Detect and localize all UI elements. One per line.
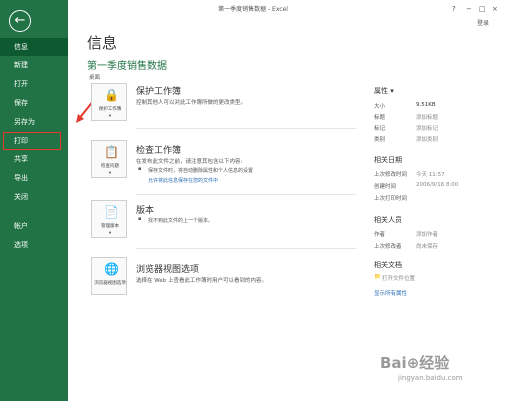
show-all-properties-link[interactable]: 显示所有属性 [374,289,407,297]
protect-workbook-button[interactable]: 🔒 保护工作簿 ▾ [91,83,127,121]
versions-icon: 📄 [104,205,119,219]
manage-versions-button[interactable]: 📄 管理版本 ▾ [91,200,127,238]
check-issues-button[interactable]: 📋 检查问题 ▾ [91,140,127,178]
document-path: 桌面 [89,75,101,81]
protect-workbook-title: 保护工作簿 [136,87,182,97]
browser-view-options-label: 浏览器视图选项 [94,281,126,286]
page-title: 信息 [87,34,118,52]
divider [136,248,356,249]
nav-new[interactable]: 新建 [0,56,68,74]
inspect-document-icon: 📋 [104,145,119,159]
related-documents-heading: 相关文档 [374,261,402,269]
browser-view-icon: 🌐 [104,262,119,276]
versions-bullet: 找不到此文件的上一个版本。 [148,218,214,224]
baidu-watermark-url: jingyan.baidu.com [398,374,463,382]
versions-title: 版本 [136,206,155,216]
nav-close[interactable]: 关闭 [0,188,68,206]
protect-workbook-desc: 控制其他人可以对此工作簿所做的更改类型。 [136,100,247,106]
close-button[interactable]: × [492,5,498,13]
document-title: 第一季度销售数据 [87,61,167,72]
nav-options[interactable]: 选项 [0,236,68,254]
lock-icon: 🔒 [104,88,119,102]
divider [136,194,356,195]
window-title: 第一季度销售数据 - Excel [218,6,288,13]
nav-info[interactable]: 信息 [0,38,68,56]
login-link[interactable]: 登录 [477,18,489,27]
nav-open[interactable]: 打开 [0,75,68,93]
nav-save[interactable]: 保存 [0,94,68,112]
manage-versions-label: 管理版本 [101,224,119,229]
folder-icon: 📁 [374,274,381,280]
print-highlight-box [3,132,61,150]
divider [136,128,356,129]
bullet-icon: ▪ [138,216,142,222]
nav-save-as[interactable]: 另存为 [0,113,68,131]
inspect-workbook-desc: 在发布此文件之前，请注意其包含以下内容: [136,159,243,165]
browser-view-desc: 选择在 Web 上查看此工作簿时用户可以看到的内容。 [136,278,267,284]
properties-heading[interactable]: 属性 ▾ [374,86,394,96]
bullet-icon: ▪ [138,166,142,172]
nav-account[interactable]: 帐户 [0,217,68,235]
allow-save-info-link[interactable]: 允许将此信息保存在您的文件中 [148,177,218,184]
nav-export[interactable]: 导出 [0,169,68,187]
nav-share[interactable]: 共享 [0,150,68,168]
backstage-sidebar: ← 信息 新建 打开 保存 另存为 打印 共享 导出 关闭 帐户 选项 [0,0,68,401]
inspect-workbook-title: 检查工作簿 [136,146,182,156]
restore-button[interactable]: □ [479,5,486,13]
browser-view-title: 浏览器视图选项 [136,265,200,275]
protect-workbook-label: 保护工作簿 [98,107,122,112]
browser-view-options-button[interactable]: 🌐 浏览器视图选项 [91,257,127,295]
related-dates-heading: 相关日期 [374,156,402,164]
baidu-watermark: Bai⊕经验 [380,354,450,372]
minimize-button[interactable]: − [466,5,472,13]
related-people-heading: 相关人员 [374,216,402,224]
chevron-down-icon: ▾ [108,114,112,119]
chevron-down-icon: ▾ [108,231,112,236]
back-arrow-icon[interactable]: ← [9,10,31,32]
check-issues-label: 检查问题 [101,164,119,169]
help-button[interactable]: ? [452,5,456,13]
chevron-down-icon: ▾ [108,171,112,176]
inspect-bullet: 保存文件时，将自动删除属性和个人信息的设置 [148,168,254,174]
